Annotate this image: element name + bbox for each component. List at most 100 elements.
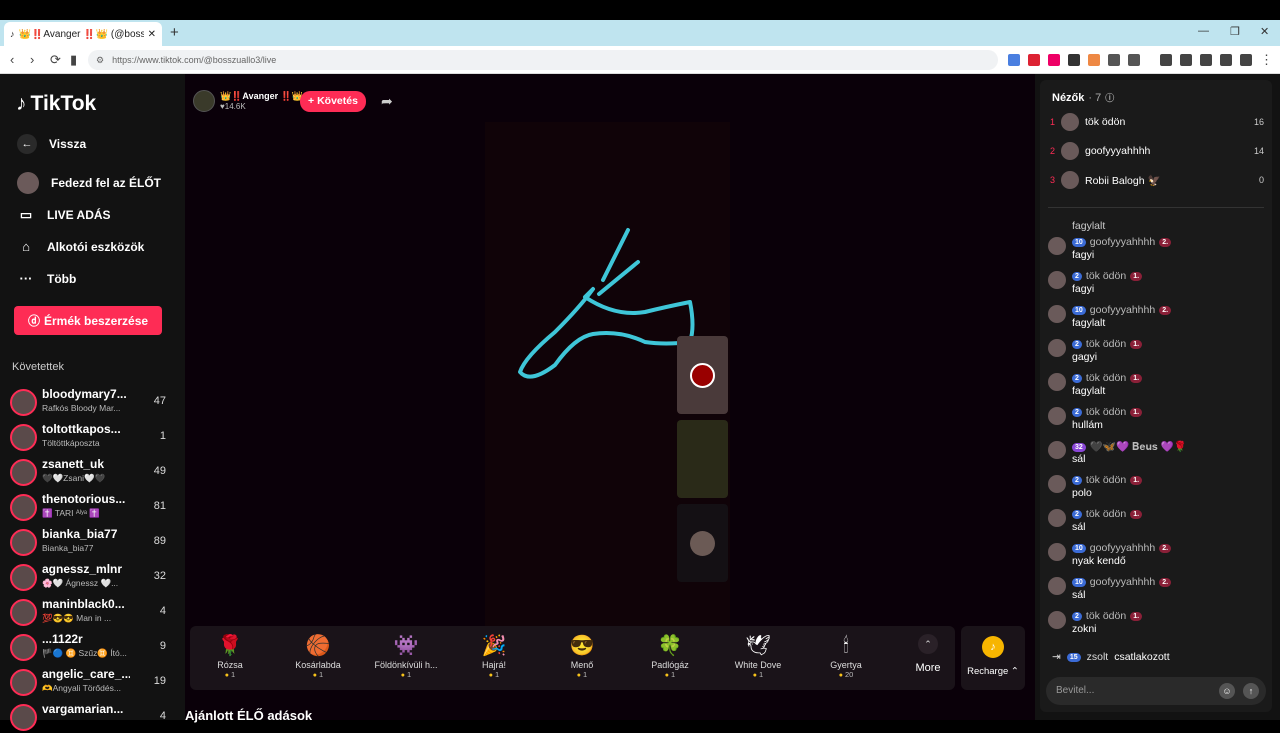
chat-message[interactable]: 2 tök ödön 1. fagylalt [1048, 370, 1266, 404]
chat-username[interactable]: goofyyyahhhh [1090, 542, 1155, 554]
back-arrow-icon[interactable]: ‹ [10, 52, 14, 67]
level-badge: 2 [1072, 271, 1082, 281]
following-item[interactable]: zsanett_uk 🖤🤍Zsani🤍🖤 49 [10, 456, 170, 488]
gift-item[interactable]: 🏀 Kosárlabda1 [280, 632, 356, 679]
following-item[interactable]: agnessz_mlnr 🌸🤍 Ágnessz 🤍... 32 [10, 561, 170, 593]
following-subtitle: ✝️ TARI ᴬˡʸᵃ ✝️ [42, 508, 100, 518]
chat-username[interactable]: goofyyyahhhh [1090, 236, 1155, 248]
extension-icon[interactable] [1088, 54, 1100, 66]
tiktok-logo[interactable]: ♪ TikTok [16, 92, 96, 116]
live-nav[interactable]: ▭ LIVE ADÁS [17, 207, 111, 223]
sidebar-icon[interactable] [1180, 54, 1192, 66]
chat-message[interactable]: 2 tök ödön 1. sál [1048, 506, 1266, 540]
chat-message[interactable]: 2 tök ödön 1. polo [1048, 472, 1266, 506]
chat-message[interactable]: 2 tök ödön 1. fagyi [1048, 268, 1266, 302]
chat-message[interactable]: 2 tök ödön 1. gagyi [1048, 336, 1266, 370]
chat-username[interactable]: tök ödön [1086, 610, 1126, 622]
browser-tab[interactable]: ♪ 👑‼️Avanger ‼️👑 (@bosszuallo3) | TikTok… [4, 22, 162, 46]
chat-username[interactable]: tök ödön [1086, 508, 1126, 520]
guest-video[interactable] [677, 420, 728, 498]
follow-button[interactable]: + Követés [300, 91, 366, 112]
chat-message[interactable]: 10 goofyyyahhhh 2. nyak kendő [1048, 540, 1266, 574]
url-field[interactable]: ⚙ https://www.tiktok.com/@bosszuallo3/li… [88, 50, 998, 70]
following-item[interactable]: thenotorious... ✝️ TARI ᴬˡʸᵃ ✝️ 81 [10, 491, 170, 523]
chat-username[interactable]: goofyyyahhhh [1090, 576, 1155, 588]
chat-username[interactable]: tök ödön [1086, 338, 1126, 350]
back-nav[interactable]: ← Vissza [17, 134, 86, 154]
host-info[interactable]: 👑‼️Avanger ‼️👑 ♥14.6K [193, 90, 303, 112]
chat-text: fagylalt [1072, 317, 1106, 329]
extension-icon[interactable] [1068, 54, 1080, 66]
gift-item[interactable]: 🍀 Padlógáz1 [632, 632, 708, 679]
guest-video[interactable] [677, 336, 728, 414]
host-avatar[interactable] [193, 90, 215, 112]
level-badge: 10 [1072, 305, 1086, 315]
info-icon[interactable]: ⓘ [1105, 91, 1114, 104]
new-tab-button[interactable]: + [170, 24, 179, 41]
gift-item[interactable]: 🎉 Hajrá!1 [456, 632, 532, 679]
ellipsis-icon: ··· [19, 271, 33, 286]
following-item[interactable]: ...1122r 🏴🔵 ♊ Szűz♊ Ító... 9 [10, 631, 170, 663]
gift-item[interactable]: 🕊 White Dove1 [720, 632, 796, 679]
music-icon[interactable] [1160, 54, 1172, 66]
chat-username[interactable]: goofyyyahhhh [1090, 304, 1155, 316]
chat-username[interactable]: tök ödön [1086, 474, 1126, 486]
top-viewer-row[interactable]: 3 Robii Balogh 🦅 0 [1050, 169, 1264, 191]
chat-message[interactable]: 2 tök ödön 1. hullám [1048, 404, 1266, 438]
following-item[interactable]: angelic_care_... 🫶Angyali Törődés... 19 [10, 666, 170, 698]
gift-item[interactable]: 🌹 Rózsa1 [192, 632, 268, 679]
menu-icon[interactable]: ⋮ [1260, 52, 1273, 68]
following-item[interactable]: toltottkapos... Töltöttkáposzta 1 [10, 421, 170, 453]
more-gifts-button[interactable]: ⌃ More [908, 634, 948, 674]
alien-icon: 👾 [393, 635, 419, 657]
gift-item[interactable]: 👾 Földönkívüli h...1 [368, 632, 444, 679]
top-viewer-row[interactable]: 1 tök ödön 16 [1050, 111, 1264, 133]
gift-item[interactable]: 🕯 Gyertya20 [808, 632, 884, 679]
following-item[interactable]: bloodymary7... Rafkós Bloody Mar... 47 [10, 386, 170, 418]
following-item[interactable]: bianka_bia77 Bianka_bia77 89 [10, 526, 170, 558]
extension-icon[interactable] [1128, 54, 1140, 66]
chat-message[interactable]: 32 🖤🦋💜 𝐁𝐞𝐮𝐬 💜🌹 sál [1048, 438, 1266, 472]
extension-icon[interactable] [1048, 54, 1060, 66]
chat-message[interactable]: 2 tök ödön 1. zokni [1048, 608, 1266, 642]
chat-message[interactable]: 10 goofyyyahhhh 2. fagyi [1048, 234, 1266, 268]
viewer-rank: 1 [1050, 117, 1056, 127]
joined-username[interactable]: zsolt [1087, 651, 1109, 663]
following-item[interactable]: maninblack0... 💯😎😎 Man in ... 4 [10, 596, 170, 628]
wallet-icon[interactable] [1200, 54, 1212, 66]
close-tab-icon[interactable]: ✕ [148, 29, 156, 40]
recharge-button[interactable]: ♪ Recharge ⌃ [961, 626, 1025, 690]
close-window-icon[interactable]: ✕ [1260, 25, 1269, 38]
chat-username[interactable]: tök ödön [1086, 270, 1126, 282]
restore-icon[interactable]: ❐ [1230, 25, 1240, 38]
forward-arrow-icon[interactable]: › [30, 52, 34, 67]
ai-icon[interactable] [1220, 54, 1232, 66]
following-item[interactable]: vargamarian... 4 [10, 701, 170, 733]
gift-item[interactable]: 😎 Menő1 [544, 632, 620, 679]
site-info-icon[interactable]: ⚙ [96, 55, 104, 66]
chat-username[interactable]: 🖤🦋💜 𝐁𝐞𝐮𝐬 💜🌹 [1090, 440, 1187, 454]
dove-icon: 🕊 [745, 635, 771, 657]
chat-username[interactable]: tök ödön [1086, 372, 1126, 384]
shield-icon[interactable] [1240, 54, 1252, 66]
guest-video[interactable] [677, 504, 728, 582]
emoji-icon[interactable]: ☺ [1219, 683, 1235, 699]
bookmark-icon[interactable]: ▮ [70, 52, 77, 68]
chat-text: sál [1072, 453, 1086, 465]
chat-username[interactable]: tök ödön [1086, 406, 1126, 418]
chat-message[interactable]: 10 goofyyyahhhh 2. sál [1048, 574, 1266, 608]
get-coins-button[interactable]: ⓓ Érmék beszerzése [14, 306, 162, 335]
extension-icon[interactable] [1028, 54, 1040, 66]
share-icon[interactable]: ➦ [381, 93, 393, 110]
extension-icon[interactable] [1008, 54, 1020, 66]
top-viewer-row[interactable]: 2 goofyyyahhhh 14 [1050, 140, 1264, 162]
chat-message[interactable]: 10 goofyyyahhhh 2. fagylalt [1048, 302, 1266, 336]
send-arrow-icon[interactable]: ↑ [1243, 683, 1259, 699]
reload-icon[interactable]: ⟳ [50, 52, 61, 68]
explore-live-nav[interactable]: Fedezd fel az ÉLŐT [17, 172, 161, 194]
more-nav[interactable]: ··· Több [17, 271, 77, 286]
minimize-icon[interactable]: — [1198, 25, 1209, 37]
extension-icon[interactable] [1108, 54, 1120, 66]
viewers-header[interactable]: Nézők · 7 ⓘ [1052, 91, 1114, 104]
creator-tools-nav[interactable]: ⌂ Alkotói eszközök [17, 239, 144, 254]
